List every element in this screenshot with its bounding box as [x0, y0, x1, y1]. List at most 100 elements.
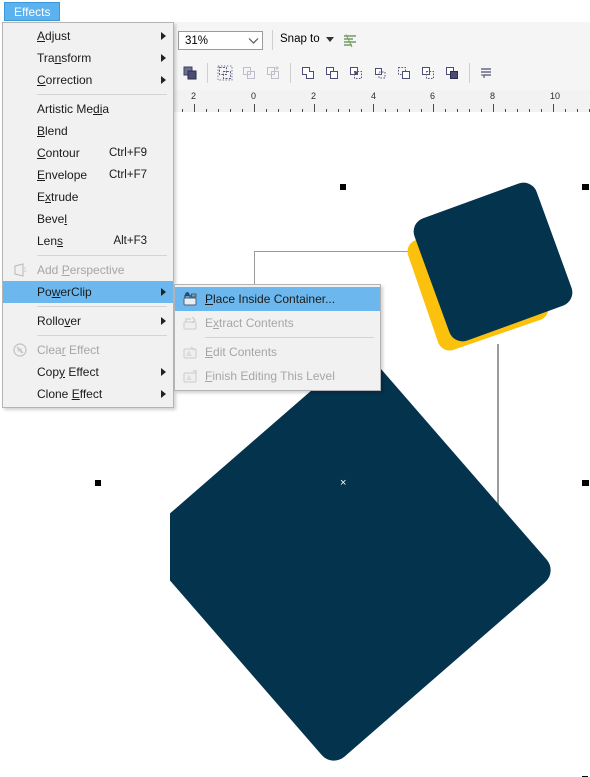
menu-separator	[37, 306, 167, 307]
chevron-down-icon[interactable]	[245, 37, 262, 45]
menu-item-shortcut: Ctrl+F7	[108, 169, 147, 181]
selection-handle-right-middle[interactable]	[583, 480, 589, 486]
zoom-level-combobox[interactable]: 31%	[178, 31, 263, 50]
submenu-arrow-icon	[157, 368, 169, 376]
ruler-major-tick	[493, 104, 494, 112]
menu-item-gutter	[3, 186, 37, 208]
menu-item-label: Adjust	[37, 29, 71, 43]
submenu-arrow-icon	[157, 288, 169, 296]
submenu-item-place-inside-container[interactable]: Place Inside Container...	[175, 287, 380, 311]
menu-item-gutter	[3, 120, 37, 142]
menu-item-clear-effect: Clear Effect	[3, 339, 173, 361]
submenu-arrow-icon	[157, 317, 169, 325]
menu-item-bevel[interactable]: Bevel	[3, 208, 173, 230]
menu-item-clone-effect[interactable]: Clone Effect	[3, 383, 173, 405]
menu-item-gutter	[3, 208, 37, 230]
navy-rounded-square-large[interactable]	[170, 346, 558, 768]
selection-handle-top-middle[interactable]	[340, 184, 346, 190]
menu-item-correction[interactable]: Correction	[3, 69, 173, 91]
ruler-label: 2	[191, 91, 197, 101]
ruler-label: 2	[311, 91, 317, 101]
snap-to-label: Snap to	[280, 33, 320, 45]
menubar-item-effects[interactable]: Effects	[4, 2, 61, 21]
ruler-label: 4	[371, 91, 377, 101]
horizontal-ruler[interactable]: 2 0 2 4 6 8 10	[170, 90, 590, 113]
menu-item-label: Blend	[37, 124, 68, 138]
menu-item-label: Rollover	[37, 314, 82, 328]
edit-contents-icon	[175, 341, 205, 363]
selection-handle-left-middle[interactable]	[95, 480, 101, 486]
shaping-toolbar-buttons	[178, 60, 499, 86]
menu-item-gutter	[3, 361, 37, 383]
menu-item-label: Add Perspective	[37, 263, 125, 277]
drawing-canvas[interactable]: ×	[170, 112, 590, 777]
powerclip-submenu[interactable]: Place Inside Container... Extract Content…	[174, 284, 381, 391]
front-minus-back-icon[interactable]	[392, 61, 416, 85]
alignment-guides-icon	[344, 33, 356, 47]
menu-item-shortcut: Alt+F3	[113, 235, 147, 247]
ruler-label: 6	[430, 91, 436, 101]
ruler-label: 8	[490, 91, 496, 101]
edit-contents-icon	[183, 346, 197, 359]
submenu-arrow-icon	[157, 54, 169, 62]
menu-item-label: Clone Effect	[37, 387, 103, 401]
chevron-down-icon[interactable]	[325, 35, 334, 44]
menu-item-label: Lens	[37, 234, 64, 248]
extract-contents-icon	[183, 316, 197, 330]
weld-icon[interactable]	[296, 61, 320, 85]
menu-item-adjust[interactable]: Adjust	[3, 25, 173, 47]
menu-item-lens[interactable]: Lens Alt+F3	[3, 230, 173, 252]
menu-item-label: PowerClip	[37, 285, 92, 299]
submenu-item-edit-contents: Edit Contents	[175, 340, 380, 364]
back-minus-front-icon[interactable]	[416, 61, 440, 85]
menu-item-copy-effect[interactable]: Copy Effect	[3, 361, 173, 383]
menu-item-artistic-media[interactable]: Artistic Media	[3, 98, 173, 120]
text-wrap-icon[interactable]	[475, 61, 499, 85]
clear-effect-icon	[3, 339, 37, 361]
snap-to-dropdown[interactable]: Snap to	[280, 33, 334, 45]
menu-bar: Effects	[0, 0, 590, 22]
perspective-icon	[3, 259, 37, 281]
break-apart-icon[interactable]	[213, 61, 237, 85]
menu-item-gutter	[3, 164, 37, 186]
ruler-major-tick	[552, 104, 554, 112]
menu-item-label: Finish Editing This Level	[205, 369, 335, 383]
selection-handle-right-top[interactable]	[583, 184, 589, 190]
menu-item-blend[interactable]: Blend	[3, 120, 173, 142]
menu-item-label: Transform	[37, 51, 92, 65]
intersect-icon[interactable]	[344, 61, 368, 85]
menu-item-envelope[interactable]: Envelope Ctrl+F7	[3, 164, 173, 186]
toolbar-divider	[272, 30, 273, 50]
menu-item-transform[interactable]: Transform	[3, 47, 173, 69]
menu-item-label: Copy Effect	[37, 365, 99, 379]
clear-effect-icon	[13, 343, 27, 357]
submenu-item-extract-contents: Extract Contents	[175, 311, 380, 335]
menu-item-powerclip[interactable]: PowerClip	[3, 281, 173, 303]
menu-item-label: Correction	[37, 73, 93, 87]
menu-separator	[37, 335, 167, 336]
menu-item-contour[interactable]: Contour Ctrl+F9	[3, 142, 173, 164]
menu-item-rollover[interactable]: Rollover	[3, 310, 173, 332]
effects-dropdown-menu[interactable]: Adjust Transform Correction Artistic Media B…	[2, 22, 174, 408]
create-boundary-icon[interactable]	[440, 61, 464, 85]
simplify-icon[interactable]	[368, 61, 392, 85]
ruler-major-tick	[433, 104, 435, 112]
place-inside-container-icon	[183, 292, 197, 306]
menu-item-label: Extract Contents	[205, 316, 294, 330]
ruler-major-tick	[373, 104, 375, 112]
menu-item-gutter	[3, 47, 37, 69]
menu-item-label: Envelope	[37, 168, 88, 182]
perspective-icon	[14, 263, 27, 277]
menu-separator	[37, 255, 167, 256]
ruler-major-tick	[313, 104, 315, 112]
menu-separator	[37, 94, 167, 95]
menu-item-label: Clear Effect	[37, 343, 100, 357]
menubar-item-effects-label: Effects	[14, 4, 51, 19]
extract-contents-icon	[175, 312, 205, 334]
finish-editing-icon	[175, 365, 205, 387]
menu-item-gutter	[3, 383, 37, 405]
menu-item-extrude[interactable]: Extrude	[3, 186, 173, 208]
alignment-guides-button[interactable]	[340, 31, 360, 50]
combine-icon[interactable]	[178, 61, 202, 85]
trim-icon[interactable]	[320, 61, 344, 85]
